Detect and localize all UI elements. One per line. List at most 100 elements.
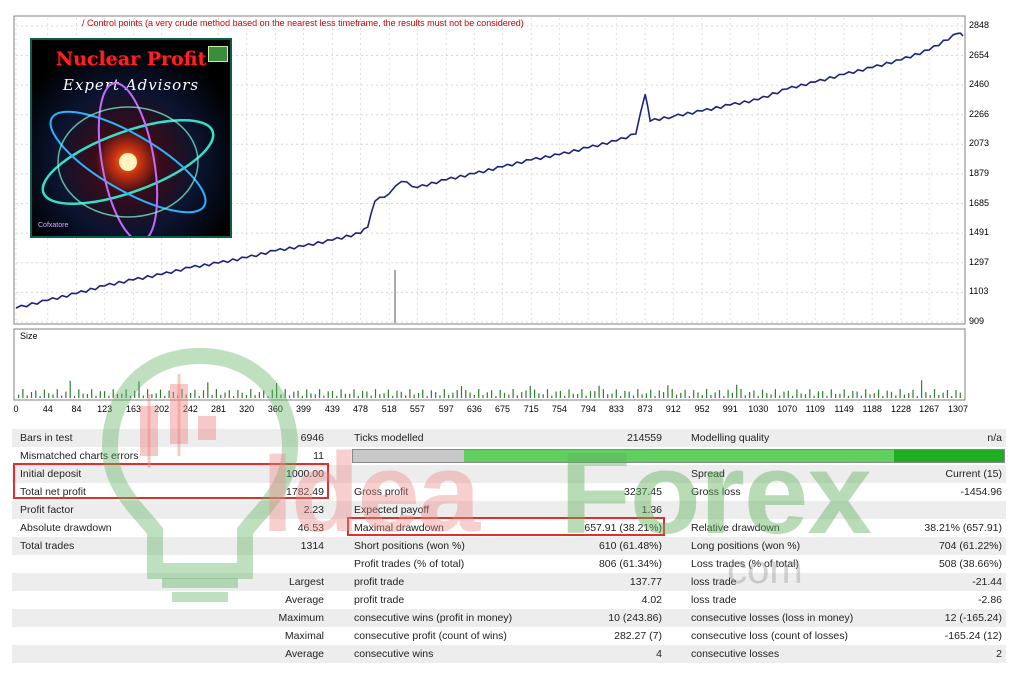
volume-bar <box>215 389 217 398</box>
x-tick-label: 123 <box>97 404 113 414</box>
highlight-deposit-profit <box>13 463 329 499</box>
volume-bar <box>921 380 923 398</box>
volume-bar <box>667 385 669 398</box>
volume-bar <box>465 390 467 398</box>
x-tick-label: 754 <box>551 404 567 414</box>
x-tick-label: 360 <box>267 404 283 414</box>
volume-bar <box>263 390 265 398</box>
volume-bar <box>641 394 643 398</box>
volume-bar <box>258 392 260 398</box>
volume-bar <box>611 393 613 398</box>
volume-bar <box>710 395 712 398</box>
volume-bar <box>736 384 738 398</box>
volume-bar <box>663 392 665 398</box>
volume-bar <box>564 395 566 398</box>
volume-bar <box>336 395 338 398</box>
volume-bar <box>774 389 776 398</box>
volume-bar <box>129 395 131 398</box>
volume-bar <box>589 391 592 398</box>
report-value: 1314 <box>300 540 324 552</box>
control-points-note: / Control points (a very crude method ba… <box>82 18 524 28</box>
volume-bar <box>61 395 63 398</box>
volume-bar <box>817 391 819 398</box>
volume-bar <box>615 389 617 398</box>
volume-bar <box>508 394 510 398</box>
volume-bar <box>839 393 841 398</box>
volume-bar <box>65 391 67 398</box>
volume-bar <box>151 394 153 398</box>
volume-bar <box>439 395 441 398</box>
volume-bar <box>82 393 84 398</box>
report-value: 214559 <box>626 432 662 444</box>
report-value: 2.23 <box>303 504 324 516</box>
x-tick-label: 399 <box>296 404 312 414</box>
volume-bar <box>620 395 622 398</box>
volume-bar <box>125 389 127 398</box>
x-tick-label: 597 <box>438 404 454 414</box>
volume-bar <box>878 389 880 398</box>
x-tick-label: 952 <box>694 404 710 414</box>
report-label: Gross profit <box>354 486 409 498</box>
report-value: 12 (-165.24) <box>944 612 1002 624</box>
volume-bar <box>155 393 157 398</box>
volume-bar <box>559 390 561 398</box>
report-value: 3237.45 <box>624 486 662 498</box>
volume-bar <box>955 390 957 398</box>
volume-bar <box>770 394 772 398</box>
report-value: 704 (61.22%) <box>938 540 1002 552</box>
volume-bar <box>452 392 454 398</box>
volume-bar <box>809 389 811 398</box>
volume-bar <box>542 394 544 398</box>
volume-bar <box>319 389 321 398</box>
modelling-quality-bar <box>352 449 1005 463</box>
x-tick-label: 636 <box>466 404 482 414</box>
volume-bar <box>697 392 699 398</box>
volume-bar <box>202 390 205 398</box>
volume-bar <box>108 395 110 398</box>
x-tick-label: 1188 <box>862 404 882 414</box>
volume-bar <box>835 393 837 398</box>
volume-bar <box>581 389 583 398</box>
x-tick-label: 0 <box>13 404 19 414</box>
report-label: profit trade <box>354 594 405 606</box>
volume-bar <box>731 392 733 398</box>
report-row: Average consecutive wins 4 consecutive loss… <box>12 645 1006 663</box>
report-value: -21.44 <box>972 576 1002 588</box>
volume-bar <box>925 392 927 398</box>
volume-bar <box>830 389 832 398</box>
volume-bar <box>865 389 867 398</box>
volume-bar <box>254 395 256 398</box>
report-value: -1454.96 <box>960 486 1002 498</box>
volume-bar <box>190 392 192 398</box>
volume-bar <box>413 394 415 398</box>
volume-bar <box>572 393 574 398</box>
x-tick-label: 794 <box>580 404 596 414</box>
volume-bar <box>744 395 746 398</box>
volume-bar <box>142 395 144 398</box>
volume-bar <box>409 389 411 398</box>
volume-bar <box>727 389 729 398</box>
report-label: Spread <box>691 468 725 480</box>
volume-bar <box>546 389 549 398</box>
x-tick-label: 1267 <box>919 404 940 414</box>
volume-bar <box>654 395 656 398</box>
y-tick-label: 1103 <box>969 286 989 297</box>
report-row: Profit trades (% of total) 806 (61.34%) Lo… <box>12 555 1006 573</box>
volume-bar <box>460 386 463 398</box>
volume-bar <box>577 393 579 398</box>
volume-bar <box>30 392 33 398</box>
report-label: loss trade <box>691 594 737 606</box>
volume-bar <box>882 395 884 398</box>
volume-bar <box>499 389 501 398</box>
report-label: consecutive wins (profit in money) <box>354 612 513 624</box>
volume-bar <box>658 390 660 398</box>
volume-bar <box>147 389 149 398</box>
volume-bar <box>693 390 695 398</box>
volume-bar <box>723 396 725 398</box>
report-value: Average <box>285 594 324 606</box>
report-value: -2.86 <box>978 594 1002 606</box>
volume-bar <box>688 396 690 398</box>
volume-bar <box>172 391 174 398</box>
x-tick-label: 202 <box>154 404 170 414</box>
volume-bar <box>521 391 523 398</box>
